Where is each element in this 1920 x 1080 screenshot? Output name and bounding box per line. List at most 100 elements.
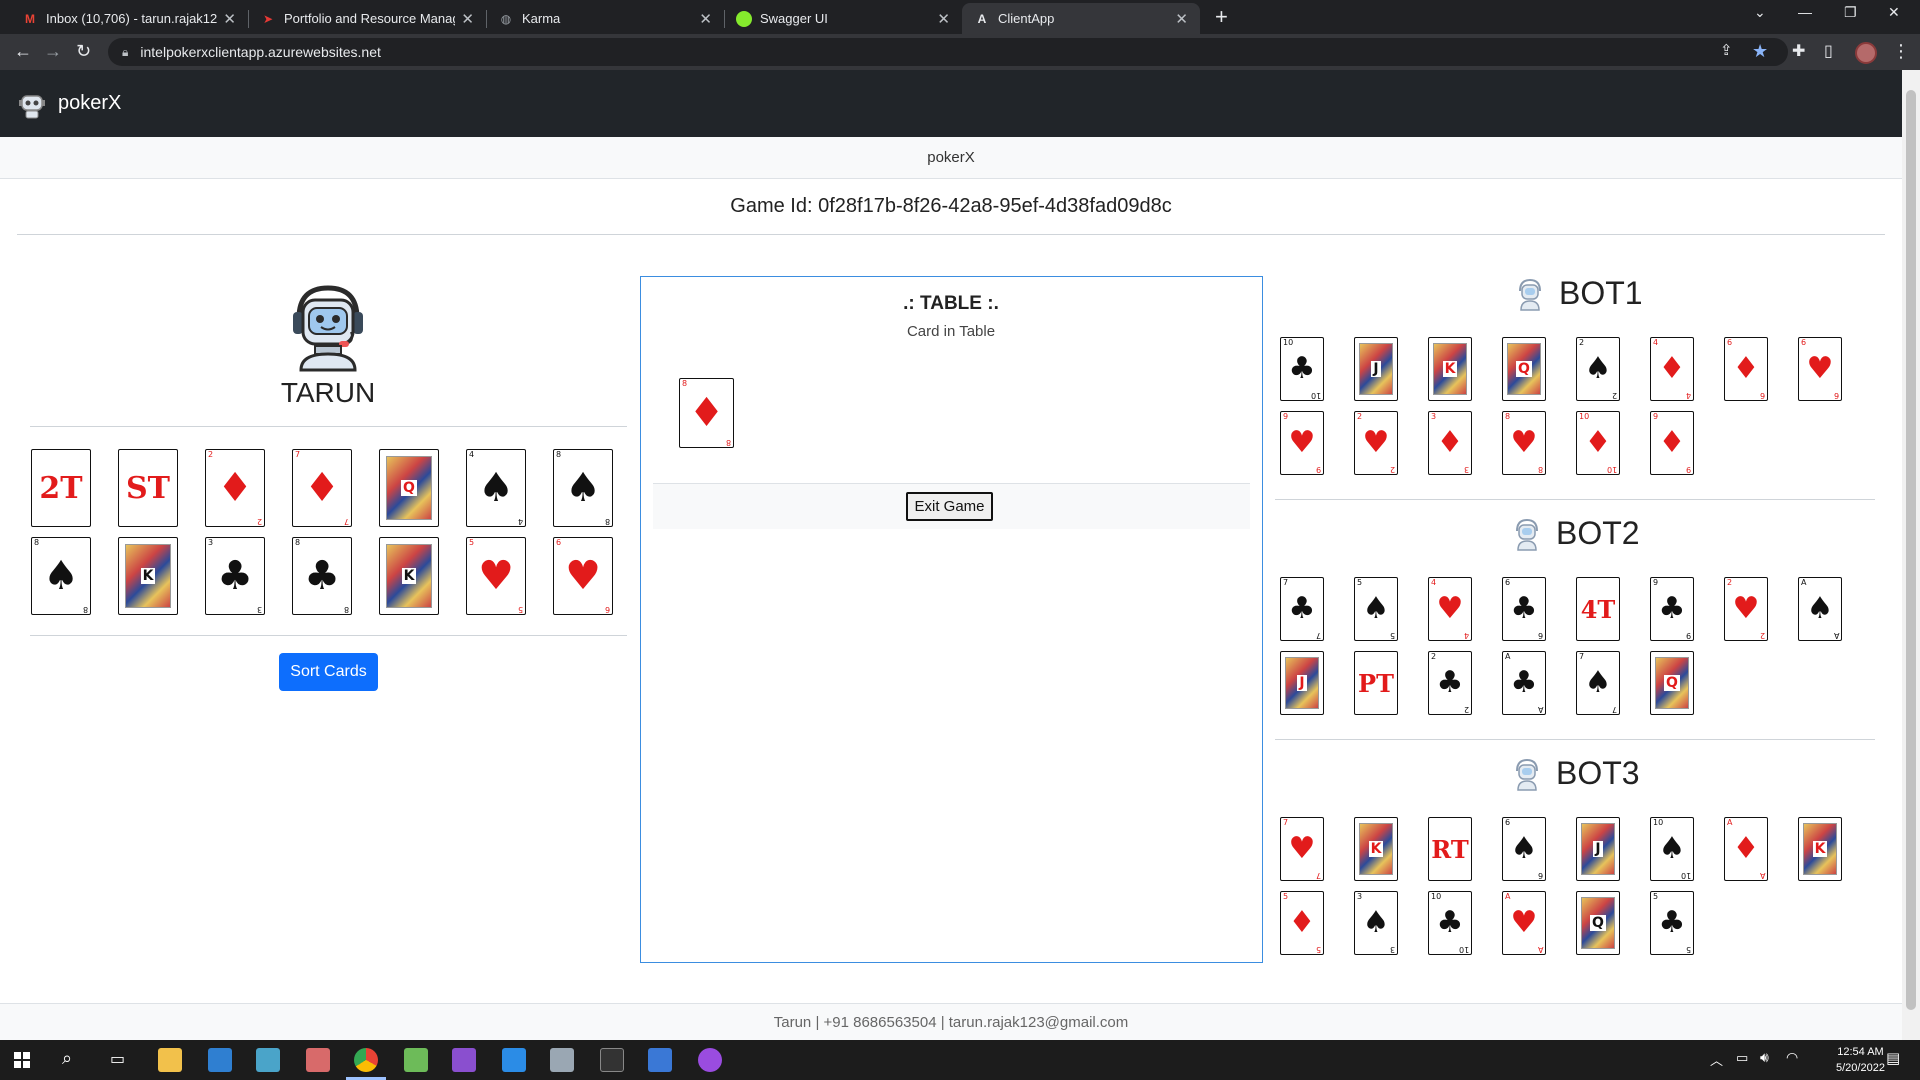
playing-card[interactable]: A ♣ A — [1502, 651, 1546, 715]
github-icon[interactable] — [698, 1048, 722, 1072]
terminal-icon[interactable] — [600, 1048, 624, 1072]
playing-card[interactable]: K — [1428, 337, 1472, 401]
close-tab-icon[interactable]: ✕ — [461, 10, 474, 28]
playing-card[interactable]: 9 ♣ 9 — [1650, 577, 1694, 641]
search-icon[interactable]: ⌕ — [62, 1048, 72, 1069]
playing-card[interactable]: RT — [1428, 817, 1472, 881]
page-scrollbar[interactable] — [1902, 70, 1920, 1040]
playing-card[interactable]: 10 ♦ 10 — [1576, 411, 1620, 475]
visual-studio-icon[interactable] — [452, 1048, 476, 1072]
playing-card[interactable]: 4 ♥ 4 — [1428, 577, 1472, 641]
playing-card[interactable]: J — [1354, 337, 1398, 401]
close-tab-icon[interactable]: ✕ — [937, 10, 950, 28]
robot-logo-icon[interactable] — [16, 88, 48, 120]
playing-card[interactable]: K — [1354, 817, 1398, 881]
app-icon-2[interactable] — [256, 1048, 280, 1072]
new-tab-icon[interactable]: + — [1215, 4, 1228, 30]
wifi-icon[interactable]: ◠ — [1786, 1049, 1798, 1066]
playing-card[interactable]: 4 ♦ 4 — [1650, 337, 1694, 401]
playing-card[interactable]: 2 ♥ 2 — [1354, 411, 1398, 475]
windows-start-icon[interactable] — [14, 1052, 30, 1068]
playing-card[interactable]: 5 ♣ 5 — [1650, 891, 1694, 955]
close-tab-icon[interactable]: ✕ — [1175, 10, 1188, 28]
brand-name[interactable]: pokerX — [58, 92, 121, 115]
vscode-icon[interactable] — [502, 1048, 526, 1072]
browser-tab[interactable]: ◍ Karma ✕ — [486, 3, 724, 34]
file-explorer-icon[interactable] — [158, 1048, 182, 1072]
playing-card[interactable]: 6 ♣ 6 — [1502, 577, 1546, 641]
playing-card[interactable]: 3 ♦ 3 — [1428, 411, 1472, 475]
playing-card[interactable]: 8 ♠ 8 — [553, 449, 613, 527]
playing-card[interactable]: 7 ♥ 7 — [1280, 817, 1324, 881]
playing-card[interactable]: K — [118, 537, 178, 615]
playing-card[interactable]: 5 ♦ 5 — [1280, 891, 1324, 955]
close-tab-icon[interactable]: ✕ — [699, 10, 712, 28]
playing-card[interactable]: Q — [1502, 337, 1546, 401]
playing-card[interactable]: Q — [379, 449, 439, 527]
playing-card[interactable]: PT — [1354, 651, 1398, 715]
playing-card[interactable]: K — [379, 537, 439, 615]
forward-icon[interactable]: → — [44, 41, 62, 62]
playing-card[interactable]: 2T — [31, 449, 91, 527]
playing-card[interactable]: Q — [1650, 651, 1694, 715]
playing-card[interactable]: 3 ♣ 3 — [205, 537, 265, 615]
taskbar-clock[interactable]: 12:54 AM 5/20/2022 — [1836, 1044, 1885, 1076]
restore-icon[interactable]: ❐ — [1844, 4, 1857, 21]
close-window-icon[interactable]: ✕ — [1888, 4, 1900, 21]
sidebar-icon[interactable]: ▯ — [1824, 41, 1833, 61]
exit-game-button[interactable]: Exit Game — [906, 492, 993, 521]
playing-card[interactable]: 6 ♠ 6 — [1502, 817, 1546, 881]
notifications-icon[interactable]: ▤ — [1886, 1049, 1900, 1067]
playing-card[interactable]: 6 ♥ 6 — [553, 537, 613, 615]
playing-card[interactable]: 6 ♦ 6 — [1724, 337, 1768, 401]
app-icon-1[interactable] — [208, 1048, 232, 1072]
playing-card[interactable]: 2 ♣ 2 — [1428, 651, 1472, 715]
playing-card[interactable]: 10 ♣ 10 — [1280, 337, 1324, 401]
battery-icon[interactable]: ▭ — [1736, 1050, 1748, 1066]
playing-card[interactable]: 5 ♥ 5 — [466, 537, 526, 615]
playing-card[interactable]: 7 ♦ 7 — [292, 449, 352, 527]
browser-tab[interactable]: A ClientApp ✕ — [962, 3, 1200, 34]
address-bar[interactable]: 🔒︎ intelpokerxclientapp.azurewebsites.ne… — [108, 38, 1788, 66]
sort-cards-button[interactable]: Sort Cards — [279, 653, 378, 691]
playing-card[interactable]: 8 ♣ 8 — [292, 537, 352, 615]
tray-chevron-icon[interactable]: ︿ — [1710, 1050, 1723, 1069]
reload-icon[interactable]: ↻ — [76, 41, 91, 62]
playing-card[interactable]: 9 ♥ 9 — [1280, 411, 1324, 475]
playing-card[interactable]: A ♦ A — [1724, 817, 1768, 881]
app-icon-4[interactable] — [550, 1048, 574, 1072]
chrome-icon[interactable] — [354, 1048, 378, 1072]
playing-card[interactable]: 4T — [1576, 577, 1620, 641]
playing-card[interactable]: 10 ♠ 10 — [1650, 817, 1694, 881]
notepad-icon[interactable] — [404, 1048, 428, 1072]
tab-search-icon[interactable]: ⌄ — [1754, 4, 1766, 21]
word-icon[interactable] — [648, 1048, 672, 1072]
app-icon-3[interactable] — [306, 1048, 330, 1072]
menu-kebab-icon[interactable]: ⋮ — [1892, 41, 1910, 62]
playing-card[interactable]: A ♥ A — [1502, 891, 1546, 955]
playing-card[interactable]: A ♠ A — [1798, 577, 1842, 641]
minimize-icon[interactable]: — — [1798, 4, 1812, 20]
playing-card[interactable]: 8 ♠ 8 — [31, 537, 91, 615]
playing-card[interactable]: ST — [118, 449, 178, 527]
playing-card[interactable]: 5 ♠ 5 — [1354, 577, 1398, 641]
close-tab-icon[interactable]: ✕ — [223, 10, 236, 28]
playing-card[interactable]: 7 ♣ 7 — [1280, 577, 1324, 641]
playing-card[interactable]: 8 ♦ 8 — [679, 378, 734, 448]
volume-icon[interactable]: 🔊︎ — [1760, 1049, 1769, 1066]
task-view-icon[interactable]: ▭ — [110, 1049, 125, 1069]
playing-card[interactable]: 9 ♦ 9 — [1650, 411, 1694, 475]
bookmark-star-icon[interactable]: ★ — [1752, 41, 1768, 62]
playing-card[interactable]: K — [1798, 817, 1842, 881]
profile-avatar[interactable] — [1855, 42, 1877, 64]
playing-card[interactable]: 3 ♠ 3 — [1354, 891, 1398, 955]
browser-tab[interactable]: M Inbox (10,706) - tarun.rajak123@ ✕ — [10, 3, 248, 34]
playing-card[interactable]: 10 ♣ 10 — [1428, 891, 1472, 955]
playing-card[interactable]: 2 ♦ 2 — [205, 449, 265, 527]
playing-card[interactable]: 8 ♥ 8 — [1502, 411, 1546, 475]
playing-card[interactable]: 4 ♠ 4 — [466, 449, 526, 527]
playing-card[interactable]: 2 ♥ 2 — [1724, 577, 1768, 641]
back-icon[interactable]: ← — [14, 41, 32, 62]
browser-tab[interactable]: Swagger UI ✕ — [724, 3, 962, 34]
playing-card[interactable]: J — [1576, 817, 1620, 881]
